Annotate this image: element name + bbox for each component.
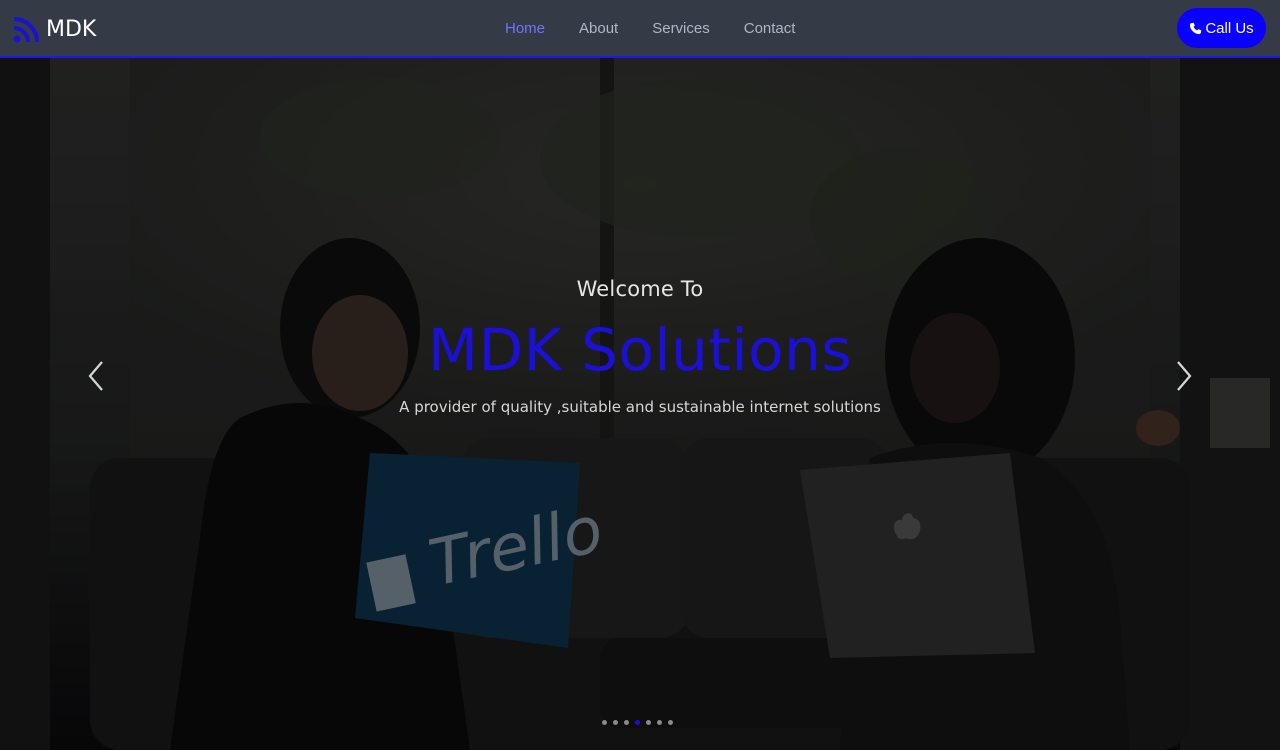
carousel-indicator-7[interactable] <box>668 720 673 725</box>
phone-icon <box>1189 22 1202 35</box>
hero-title: MDK Solutions <box>427 316 853 384</box>
carousel-indicator-5[interactable] <box>646 720 651 725</box>
carousel-indicator-6[interactable] <box>657 720 662 725</box>
chevron-left-icon <box>88 361 103 391</box>
nav-contact-link[interactable]: Contact <box>727 20 813 37</box>
nav-about-link[interactable]: About <box>562 20 635 37</box>
carousel-indicator-4[interactable] <box>635 720 640 725</box>
carousel-indicator-3[interactable] <box>624 720 629 725</box>
carousel-indicator-2[interactable] <box>613 720 618 725</box>
brand-name: MDK <box>46 16 97 42</box>
brand-logo-link[interactable]: MDK <box>12 14 96 44</box>
main-nav: Home About Services Contact <box>488 0 812 56</box>
carousel-indicators <box>602 720 673 725</box>
navbar: MDK Home About Services Contact Call Us <box>0 0 1280 58</box>
hero-subtitle: A provider of quality ,suitable and sust… <box>399 398 881 416</box>
hero-welcome-text: Welcome To <box>576 277 704 301</box>
carousel-next-button[interactable] <box>1164 346 1204 406</box>
hero-carousel: Trello Welcome To MDK Solutions A provid… <box>0 58 1280 750</box>
carousel-indicator-1[interactable] <box>602 720 607 725</box>
nav-services-link[interactable]: Services <box>635 20 727 37</box>
call-us-button[interactable]: Call Us <box>1177 8 1266 48</box>
carousel-prev-button[interactable] <box>76 346 116 406</box>
call-us-label: Call Us <box>1205 19 1254 37</box>
rss-feed-icon <box>12 14 42 44</box>
chevron-right-icon <box>1177 361 1192 391</box>
nav-home-link[interactable]: Home <box>488 20 562 37</box>
